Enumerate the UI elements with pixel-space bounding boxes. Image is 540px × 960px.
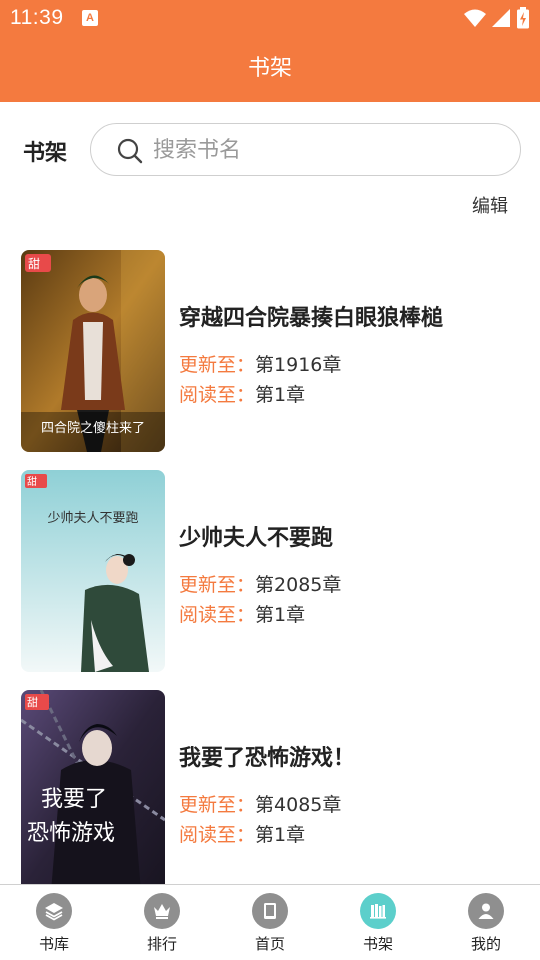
update-progress: 更新至：第2085章 (179, 570, 341, 597)
shelf-label: 书架 (23, 141, 68, 166)
book-cover[interactable]: 甜 四合院之傻柱来了 (21, 250, 165, 452)
book-list: 甜 四合院之傻柱来了 穿越四合院暴揍白眼狼棒槌 更新至：第1916章 阅读至：第… (0, 250, 540, 884)
book-title[interactable]: 我要了恐怖游戏！ (179, 740, 355, 772)
read-value: 第1章 (255, 604, 306, 626)
tab-label: 我的 (470, 935, 501, 953)
bottom-tab-bar: 书库 排行 首页 书架 我的 (0, 884, 540, 960)
update-label: 更新至： (179, 574, 256, 596)
search-box[interactable] (90, 123, 521, 176)
update-label: 更新至： (179, 354, 256, 376)
update-value: 第4085章 (255, 794, 342, 816)
svg-text:甜: 甜 (27, 696, 38, 709)
svg-text:甜: 甜 (28, 257, 40, 271)
crown-icon (144, 893, 180, 929)
update-progress: 更新至：第4085章 (179, 790, 341, 817)
book-title[interactable]: 穿越四合院暴揍白眼狼棒槌 (179, 300, 443, 332)
read-progress: 阅读至：第1章 (179, 380, 305, 407)
cover-title-text: 少帅夫人不要跑 (47, 511, 138, 526)
update-value: 第2085章 (255, 574, 342, 596)
search-icon (117, 138, 143, 164)
tab-library[interactable]: 书库 (0, 885, 108, 960)
signal-icon (491, 9, 510, 27)
user-icon (468, 893, 504, 929)
edit-button[interactable]: 编辑 (472, 192, 508, 218)
status-icons (463, 7, 530, 29)
layers-icon (36, 893, 72, 929)
read-label: 阅读至： (179, 384, 256, 406)
update-value: 第1916章 (255, 354, 342, 376)
book-item[interactable]: 甜 少帅夫人不要跑 少帅夫人不要跑 更新至：第2085章 阅读至：第1章 (0, 470, 540, 690)
status-time: 11:39 (10, 6, 64, 29)
tab-label: 排行 (146, 935, 177, 953)
tab-ranking[interactable]: 排行 (108, 885, 216, 960)
tab-home[interactable]: 首页 (216, 885, 324, 960)
notification-letter: A (86, 12, 94, 24)
search-input[interactable] (153, 132, 493, 168)
read-progress: 阅读至：第1章 (179, 820, 305, 847)
status-bar: 11:39 A (0, 0, 540, 36)
tab-mine[interactable]: 我的 (432, 885, 540, 960)
tab-label: 首页 (254, 935, 285, 953)
book-item[interactable]: 甜 四合院之傻柱来了 穿越四合院暴揍白眼狼棒槌 更新至：第1916章 阅读至：第… (0, 250, 540, 470)
tab-label: 书库 (38, 935, 69, 953)
book-icon (252, 893, 288, 929)
book-title[interactable]: 少帅夫人不要跑 (179, 520, 333, 552)
book-cover[interactable]: 甜 我要了 恐怖游戏 (21, 690, 165, 884)
book-item[interactable]: 甜 我要了 恐怖游戏 我要了恐怖游戏！ 更新至：第4085章 阅读至：第1章 (0, 690, 540, 884)
read-progress: 阅读至：第1章 (179, 600, 305, 627)
tab-bookshelf[interactable]: 书架 (324, 885, 432, 960)
notification-icon: A (82, 10, 98, 26)
update-label: 更新至： (179, 794, 256, 816)
cover-title-text: 四合院之傻柱来了 (41, 421, 145, 436)
cover-title-line1: 我要了 (41, 787, 107, 812)
update-progress: 更新至：第1916章 (179, 350, 341, 377)
book-cover[interactable]: 甜 少帅夫人不要跑 (21, 470, 165, 672)
cover-title-line2: 恐怖游戏 (27, 821, 115, 846)
read-label: 阅读至： (179, 824, 256, 846)
page-title: 书架 (247, 56, 292, 81)
svg-text:甜: 甜 (27, 475, 37, 488)
bookshelf-icon (360, 893, 396, 929)
tab-label: 书架 (362, 935, 393, 953)
read-label: 阅读至： (179, 604, 256, 626)
read-value: 第1章 (255, 384, 306, 406)
wifi-icon (463, 9, 486, 27)
app-header: 书架 (0, 36, 540, 102)
read-value: 第1章 (255, 824, 306, 846)
battery-charging-icon (517, 7, 529, 29)
search-row: 书架 (0, 102, 540, 196)
